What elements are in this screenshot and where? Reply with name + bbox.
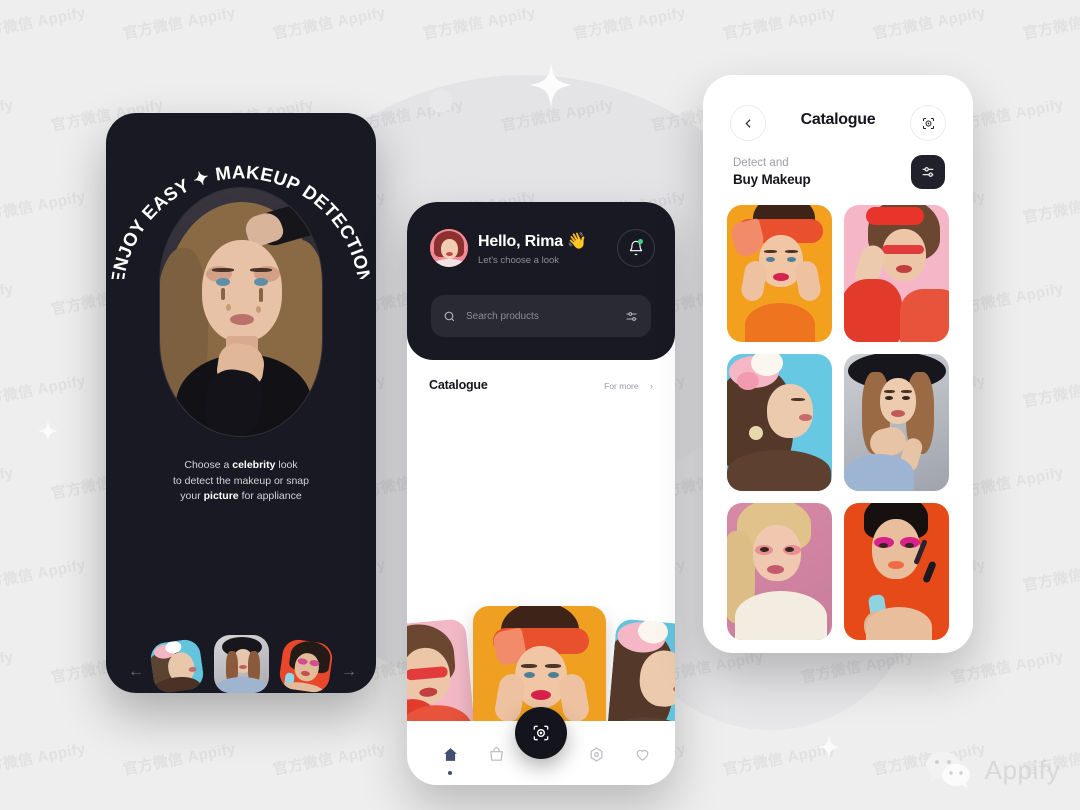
tab-settings[interactable] — [585, 743, 607, 765]
watermark-text: 官方微信 Appify — [121, 4, 237, 43]
watermark-text: 官方微信 Appify — [1021, 188, 1080, 227]
tagline-3c: for appliance — [238, 490, 302, 502]
look-thumbnail-blue[interactable] — [148, 637, 206, 693]
notification-bell-button[interactable] — [617, 229, 655, 267]
watermark-text: 官方微信 Appify — [0, 96, 15, 134]
watermark-text: 官方微信 Appify — [721, 740, 837, 779]
avatar[interactable] — [430, 229, 468, 267]
catalogue-topbar: Catalogue — [703, 105, 973, 151]
wechat-bubbles-icon — [925, 751, 970, 788]
search-input[interactable]: Search products — [431, 295, 651, 337]
look-blue-flowers[interactable] — [727, 354, 832, 491]
catalogue-heading: Detect and Buy Makeup — [733, 157, 811, 187]
catalogue-more-label: For more — [604, 381, 639, 391]
greeting-block: Hello, Rima 👋 Let's choose a look — [478, 231, 587, 266]
watermark-text: 官方微信 Appify — [0, 740, 87, 779]
chevron-right-icon: › — [650, 381, 653, 391]
look-pink-sunglasses[interactable] — [844, 205, 949, 342]
watermark-text: 官方微信 Appify — [1021, 4, 1080, 43]
watermark-text: 官方微信 Appify — [1021, 556, 1080, 595]
look-red-mascara[interactable] — [844, 503, 949, 640]
filter-button[interactable] — [911, 155, 945, 189]
wave-emoji: 👋 — [567, 233, 587, 250]
tagline-1c: look — [275, 459, 298, 471]
search-icon — [444, 311, 455, 321]
carousel-next-arrow[interactable]: → — [341, 663, 357, 681]
home-screen: Hello, Rima 👋 Let's choose a look Search… — [407, 202, 675, 785]
heading-line-top: Detect and — [733, 157, 789, 169]
catalogue-photo-grid — [727, 205, 949, 640]
onboarding-tagline: Choose a celebrity look to detect the ma… — [126, 458, 356, 505]
heading-line-bottom: Buy Makeup — [733, 172, 811, 187]
face-scan-icon — [533, 725, 549, 741]
watermark-text: 官方微信 Appify — [721, 4, 837, 43]
catalogue-section-header: Catalogue For more › — [429, 378, 653, 392]
sliders-icon[interactable] — [624, 309, 639, 324]
bottom-tab-bar — [407, 707, 675, 785]
look-thumbnail-orange[interactable] — [277, 637, 335, 693]
watermark-text: 官方微信 Appify — [421, 4, 537, 43]
watermark-text: 官方微信 Appify — [871, 4, 987, 43]
logo-text: Appify — [984, 754, 1060, 785]
watermark-text: 官方微信 Appify — [0, 648, 15, 686]
watermark-text: 官方微信 Appify — [0, 556, 87, 595]
tagline-1a: Choose a — [184, 459, 233, 471]
catalogue-screen: Catalogue Detect and Buy Makeup — [703, 75, 973, 653]
watermark-text: 官方微信 Appify — [571, 4, 687, 43]
watermark-text: 官方微信 Appify — [949, 648, 1065, 687]
catalogue-title: Catalogue — [429, 378, 488, 392]
watermark-text: 官方微信 Appify — [1021, 372, 1080, 411]
home-header: Hello, Rima 👋 Let's choose a look Search… — [407, 202, 675, 360]
hexagon-gear-icon — [590, 746, 602, 762]
four-point-star-icon — [818, 735, 840, 759]
watermark-text: 官方微信 Appify — [0, 372, 87, 411]
notification-badge — [638, 239, 643, 244]
watermark-text: 官方微信 Appify — [121, 740, 237, 779]
look-mauve-blush[interactable] — [727, 503, 832, 640]
watermark-text: 官方微信 Appify — [0, 464, 15, 502]
look-gray-hat[interactable] — [844, 354, 949, 491]
tab-bag[interactable] — [485, 743, 507, 765]
sliders-icon — [922, 167, 934, 177]
tagline-2: to detect the makeup or snap — [172, 474, 309, 487]
face-scan-fab[interactable] — [515, 707, 567, 759]
tagline-3a: your — [180, 490, 204, 502]
search-placeholder: Search products — [466, 310, 539, 322]
watermark-text: 官方微信 Appify — [0, 280, 15, 318]
heart-icon — [636, 749, 648, 761]
carousel-prev-arrow[interactable]: ← — [128, 663, 144, 681]
hero-portrait — [159, 187, 323, 437]
tagline-3b: picture — [203, 490, 239, 502]
watermark-text: 官方微信 Appify — [0, 188, 87, 227]
shopping-bag-icon — [489, 746, 503, 761]
home-icon — [443, 747, 457, 761]
face-scan-icon — [922, 117, 934, 129]
look-thumbnail-carousel[interactable]: ← → — [106, 635, 376, 693]
watermark-text: 官方微信 Appify — [0, 4, 87, 43]
four-point-star-icon — [38, 420, 58, 442]
active-tab-indicator — [448, 771, 452, 775]
tab-favorites[interactable] — [631, 743, 653, 765]
greeting-subtitle: Let's choose a look — [478, 255, 560, 266]
watermark-text: 官方微信 Appify — [271, 740, 387, 779]
onboarding-screen: ENJOY EASY ✦ MAKEUP DETECTION — [106, 113, 376, 693]
scan-button[interactable] — [910, 105, 946, 141]
tab-home[interactable] — [439, 743, 461, 765]
tagline-1b: celebrity — [232, 459, 276, 471]
look-thumbnail-gray[interactable] — [214, 635, 269, 693]
greeting-name: Hello, Rima — [478, 233, 563, 250]
look-orange-headscarf[interactable] — [727, 205, 832, 342]
catalogue-more-link[interactable]: For more › — [604, 381, 653, 391]
watermark-text: 官方微信 Appify — [271, 4, 387, 43]
appify-logo: Appify — [924, 750, 1060, 790]
